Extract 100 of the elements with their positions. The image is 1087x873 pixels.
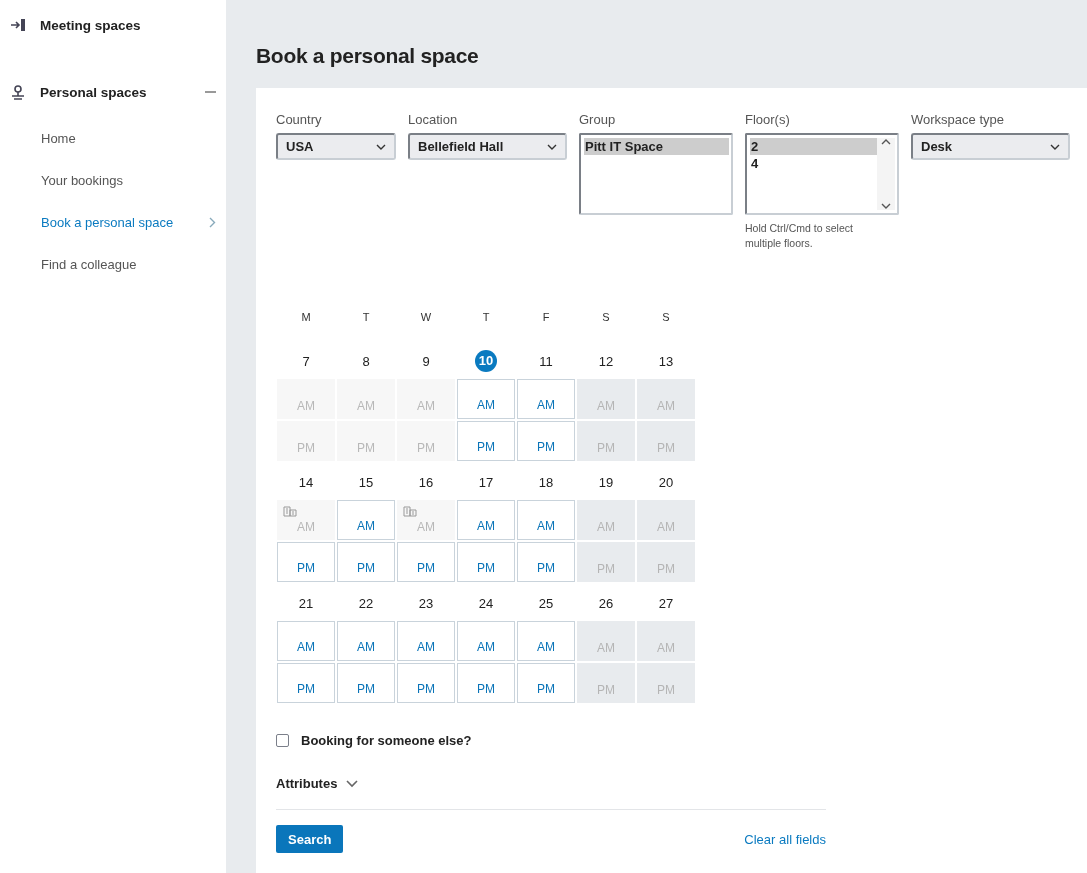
time-slot: AM [277, 500, 335, 540]
field-label: Floor(s) [745, 111, 791, 129]
chevron-down-icon [376, 143, 386, 150]
weekday-label: T [481, 310, 491, 325]
time-slot[interactable]: AM [457, 500, 515, 540]
building-icon [403, 506, 417, 517]
date-number: 16 [417, 474, 435, 492]
time-slot: AM [637, 500, 695, 540]
time-slot[interactable]: PM [337, 542, 395, 582]
chevron-down-icon [1050, 143, 1060, 150]
date-number: 15 [357, 474, 375, 492]
time-slot: PM [637, 421, 695, 461]
time-slot[interactable]: PM [517, 542, 575, 582]
time-slot[interactable]: AM [517, 621, 575, 661]
select-dropdown[interactable]: USA [276, 133, 396, 160]
date-number: 24 [477, 595, 495, 613]
time-slot: PM [577, 421, 635, 461]
hint-text: Hold Ctrl/Cmd to select multiple floors. [745, 221, 854, 251]
date-number: 11 [538, 353, 554, 371]
date-number: 12 [597, 353, 615, 371]
list-option[interactable]: 4 [750, 155, 877, 172]
weekday-label: T [361, 310, 371, 325]
time-slot[interactable]: PM [397, 663, 455, 703]
time-slot: AM [337, 379, 395, 419]
time-slot: AM [577, 379, 635, 419]
weekday-label: M [300, 310, 312, 325]
time-slot: AM [637, 379, 695, 419]
field-label: Workspace type [911, 111, 1005, 129]
time-slot: PM [577, 542, 635, 582]
time-slot[interactable]: AM [277, 621, 335, 661]
date-number: 26 [597, 595, 615, 613]
date-number: 22 [357, 595, 375, 613]
sidebar-section-link[interactable]: Meeting spaces [40, 17, 216, 33]
sidebar-item[interactable]: Home [41, 130, 76, 146]
time-slot: PM [637, 663, 695, 703]
chevron-right-icon [209, 216, 216, 228]
list-option[interactable]: 2 [750, 138, 877, 155]
weekday-label: S [661, 310, 671, 325]
time-slot[interactable]: PM [337, 663, 395, 703]
date-number: 27 [657, 595, 675, 613]
scrollbar[interactable] [877, 138, 895, 210]
time-slot[interactable]: PM [457, 542, 515, 582]
attributes-toggle[interactable]: Attributes [276, 776, 359, 791]
date-number: 21 [297, 595, 315, 613]
time-slot[interactable]: AM [457, 379, 515, 419]
location-pin-icon [10, 84, 26, 100]
time-slot[interactable]: AM [337, 621, 395, 661]
date-number: 14 [297, 474, 315, 492]
time-slot: AM [397, 379, 455, 419]
checkbox-label: Booking for someone else? [301, 733, 472, 748]
scroll-down-icon[interactable] [881, 203, 891, 210]
weekday-label: S [601, 310, 611, 325]
search-button[interactable]: Search [276, 825, 344, 853]
page-title: Book a personal space [256, 43, 480, 69]
time-slot: AM [397, 500, 455, 540]
list-option[interactable]: Pitt IT Space [584, 138, 729, 155]
time-slot[interactable]: PM [517, 663, 575, 703]
time-slot[interactable]: PM [457, 663, 515, 703]
multi-select-list[interactable]: 2 4 [745, 133, 899, 215]
time-slot[interactable]: PM [457, 421, 515, 461]
clear-fields-link[interactable]: Clear all fields [744, 831, 826, 847]
time-slot: PM [577, 663, 635, 703]
chevron-icon [346, 779, 359, 788]
time-slot: AM [577, 500, 635, 540]
time-slot: AM [577, 621, 635, 661]
time-slot: PM [397, 421, 455, 461]
scroll-up-icon[interactable] [881, 138, 891, 145]
sidebar-item[interactable]: Your bookings [41, 172, 123, 188]
field-label: Location [408, 111, 459, 129]
time-slot: PM [277, 421, 335, 461]
time-slot: AM [277, 379, 335, 419]
time-slot: PM [637, 542, 695, 582]
date-number: 8 [361, 353, 371, 371]
checkbox[interactable] [276, 734, 289, 747]
time-slot: AM [637, 621, 695, 661]
time-slot[interactable]: PM [277, 542, 335, 582]
enter-icon [10, 18, 26, 32]
time-slot[interactable]: PM [277, 663, 335, 703]
select-dropdown[interactable]: Bellefield Hall [408, 133, 567, 160]
select-dropdown[interactable]: Desk [911, 133, 1070, 160]
time-slot[interactable]: AM [457, 621, 515, 661]
sidebar-section-link[interactable]: Personal spaces [40, 84, 191, 100]
weekday-label: F [541, 310, 551, 325]
date-number: 23 [417, 595, 435, 613]
date-number: 10 [475, 350, 497, 372]
sidebar-item[interactable]: Book a personal space [41, 214, 174, 230]
time-slot[interactable]: PM [397, 542, 455, 582]
date-number: 7 [301, 353, 311, 371]
time-slot[interactable]: AM [517, 379, 575, 419]
multi-select-list[interactable]: Pitt IT Space [579, 133, 733, 215]
time-slot[interactable]: AM [337, 500, 395, 540]
time-slot[interactable]: AM [517, 500, 575, 540]
field-label: Group [579, 111, 617, 129]
date-number: 25 [537, 595, 555, 613]
field-label: Country [276, 111, 323, 129]
date-number: 9 [421, 353, 431, 371]
time-slot[interactable]: PM [517, 421, 575, 461]
building-icon [283, 506, 297, 517]
sidebar-item[interactable]: Find a colleague [41, 256, 137, 272]
time-slot[interactable]: AM [397, 621, 455, 661]
